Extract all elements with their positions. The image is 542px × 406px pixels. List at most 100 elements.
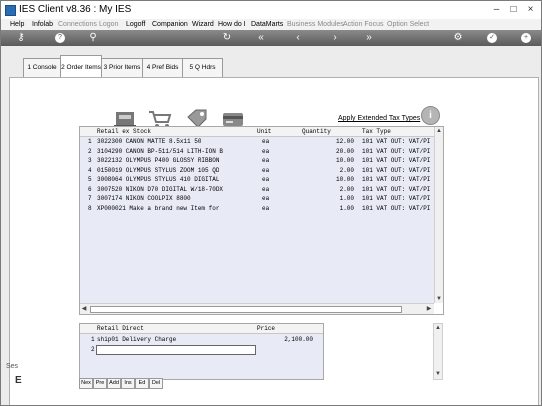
settings-icon[interactable]: ⚙ — [452, 31, 464, 45]
rewind-icon[interactable]: « — [255, 31, 267, 45]
menu-logoff[interactable]: Logoff — [126, 19, 145, 30]
add-icon[interactable]: + — [521, 33, 531, 43]
app-logo-icon — [5, 5, 16, 16]
scroll-right-icon[interactable]: ▶ — [425, 305, 433, 313]
menu-help[interactable]: Help — [10, 19, 24, 30]
menu-business-modules[interactable]: Business Modules — [287, 19, 344, 30]
row-quantity: 1.00 — [339, 204, 354, 212]
menu-connections[interactable]: Connections — [58, 19, 97, 30]
fast-forward-icon[interactable]: » — [363, 31, 375, 45]
direct-row-number: 1 — [91, 336, 95, 343]
tab-prior-items[interactable]: 3 Prior Items — [101, 58, 143, 78]
app-window: IES Client v8.36 : My IES – □ × Help Inf… — [0, 0, 542, 406]
forward-icon[interactable]: › — [329, 31, 341, 45]
help-icon[interactable]: ? — [55, 33, 65, 43]
menu-wizard[interactable]: Wizard — [192, 19, 214, 30]
tab-pref-bids[interactable]: 4 Pref Bids — [142, 58, 183, 78]
row-quantity: 10.00 — [335, 176, 354, 183]
tab-order-items[interactable]: 2 Order Items — [60, 55, 102, 79]
row-number: 4 — [88, 166, 92, 174]
row-quantity: 20.00 — [335, 147, 354, 155]
delete-button[interactable]: Del — [149, 378, 163, 389]
row-unit: ea — [262, 185, 270, 193]
header-retail-direct: Retail Direct — [97, 325, 144, 332]
tab-console[interactable]: 1 Console — [23, 58, 61, 78]
direct-scroll-up-icon[interactable]: ▲ — [434, 324, 442, 332]
row-number: 5 — [88, 176, 92, 183]
row-stock: 3022132 OLYMPUS P400 GLOSSY RIBBON — [97, 157, 220, 164]
minimize-button[interactable]: – — [489, 3, 504, 16]
row-quantity: 2.00 — [339, 185, 354, 193]
back-icon[interactable]: ‹ — [292, 31, 304, 45]
row-tax-type: 101 VAT OUT: VAT/PI — [362, 204, 431, 212]
apply-extended-tax-types-link[interactable]: Apply Extended Tax Types — [338, 115, 420, 122]
row-number: 3 — [88, 157, 92, 164]
refresh-icon[interactable]: ↻ — [221, 31, 233, 45]
direct-entry-input[interactable] — [96, 345, 256, 355]
tab-q-hdrs[interactable]: 5 Q Hdrs — [182, 58, 223, 78]
scroll-up-icon[interactable]: ▲ — [435, 127, 443, 135]
direct-row-number: 2 — [91, 346, 95, 353]
direct-scroll-down-icon[interactable]: ▼ — [434, 370, 442, 378]
close-button[interactable]: × — [523, 3, 538, 16]
row-tax-type: 101 VAT OUT: VAT/PI — [362, 157, 431, 164]
next-button[interactable]: Nex — [79, 378, 93, 389]
row-tax-type: 101 VAT OUT: VAT/PI — [362, 138, 431, 145]
menu-option-select[interactable]: Option Select — [387, 19, 429, 30]
row-tax-type: 101 VAT OUT: VAT/PI — [362, 147, 431, 155]
previous-button[interactable]: Pre — [93, 378, 107, 389]
order-items-grid[interactable]: Retail ex Stock Unit Quantity Tax Type 1… — [79, 126, 444, 315]
row-stock: 3007174 NIKON COOLPIX 8800 — [97, 195, 191, 202]
items-horizontal-scrollbar[interactable]: ◀ ▶ — [80, 303, 434, 314]
row-quantity: 2.00 — [339, 166, 354, 174]
window-title: IES Client v8.36 : My IES — [19, 4, 132, 15]
edit-button[interactable]: Ed — [135, 378, 149, 389]
confirm-icon[interactable]: ✓ — [487, 33, 497, 43]
add-button[interactable]: Add — [107, 378, 121, 389]
horizontal-scroll-thumb[interactable] — [90, 306, 402, 313]
row-unit: ea — [262, 138, 270, 145]
row-unit: ea — [262, 157, 270, 164]
row-unit: ea — [262, 195, 270, 202]
row-number: 6 — [88, 185, 92, 193]
direct-row-description: ship01 Delivery Charge — [97, 336, 177, 343]
direct-row-price — [275, 345, 313, 355]
info-icon[interactable]: i — [421, 106, 440, 125]
maximize-button[interactable]: □ — [506, 3, 521, 16]
scroll-left-icon[interactable]: ◀ — [80, 305, 88, 313]
header-unit: Unit — [257, 128, 272, 135]
direct-row-price: 2,100.00 — [284, 336, 313, 343]
header-price: Price — [257, 325, 276, 332]
row-stock: 3104290 CANON BP-511/514 LITH-ION B — [97, 147, 224, 155]
key-icon[interactable]: ⚷ — [15, 31, 27, 45]
tab-strip: 1 Console 2 Order Items 3 Prior Items 4 … — [1, 46, 541, 79]
row-stock: 3022300 CANON MATTE 8.5x11 50 — [97, 138, 202, 145]
row-stock: 3007520 NIKON D70 DIGITAL W/18-70DX — [97, 185, 224, 193]
row-unit: ea — [262, 176, 270, 183]
row-tax-type: 101 VAT OUT: VAT/PI — [362, 195, 431, 202]
header-stock: Retail ex Stock — [97, 128, 152, 135]
menu-infolab[interactable]: Infolab — [32, 19, 53, 30]
title-bar: IES Client v8.36 : My IES – □ × — [1, 1, 541, 19]
toolbar: ⚷ ? ⚲ ↻ « ‹ › » ⚙ ✓ + — [1, 30, 541, 46]
menu-logon[interactable]: Logon — [99, 19, 118, 30]
row-stock: 0150019 OLYMPUS STYLUS ZOOM 105 QD — [97, 166, 220, 174]
row-quantity: 1.00 — [339, 195, 354, 202]
side-label-e: E — [15, 375, 22, 386]
insert-button[interactable]: Ins — [121, 378, 135, 389]
items-grid-header: Retail ex Stock Unit Quantity Tax Type — [80, 127, 434, 137]
menu-datamarts[interactable]: DataMarts — [251, 19, 283, 30]
row-number: 1 — [88, 138, 92, 145]
scroll-down-icon[interactable]: ▼ — [435, 295, 443, 303]
search-icon[interactable]: ⚲ — [87, 31, 99, 45]
items-vertical-scrollbar[interactable]: ▲ ▼ — [434, 127, 443, 303]
row-unit: ea — [262, 204, 270, 212]
menu-action-focus[interactable]: Action Focus — [343, 19, 383, 30]
menu-companion[interactable]: Companion — [152, 19, 188, 30]
row-unit: ea — [262, 166, 270, 174]
row-quantity: 12.00 — [335, 138, 354, 145]
direct-vertical-scrollbar[interactable]: ▲ ▼ — [433, 323, 443, 380]
menu-how-do-i[interactable]: How do I — [218, 19, 246, 30]
row-tax-type: 101 VAT OUT: VAT/PI — [362, 185, 431, 193]
header-quantity: Quantity — [302, 128, 331, 135]
